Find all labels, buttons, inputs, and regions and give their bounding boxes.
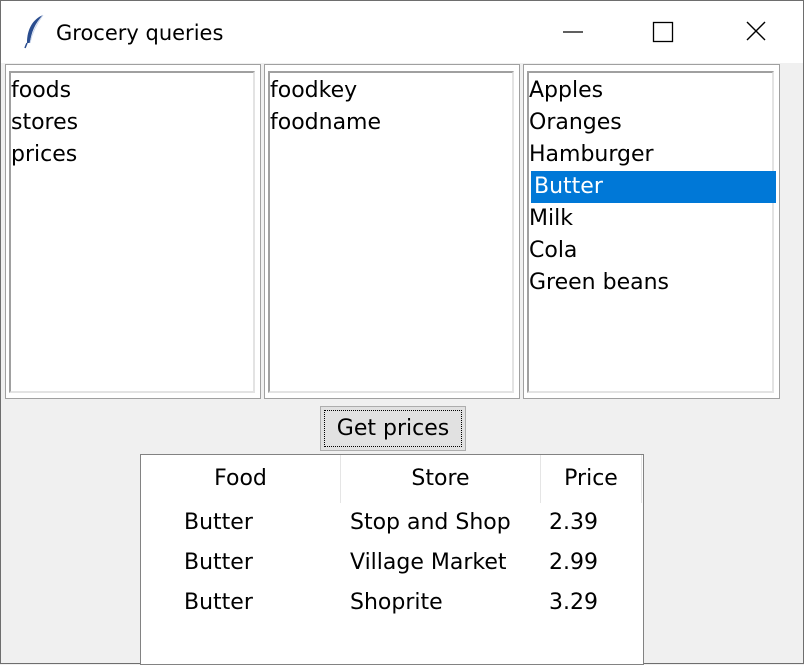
close-button[interactable] [711, 1, 803, 63]
results-table[interactable]: Food Store Price Butter Stop and Shop 2.… [140, 454, 644, 665]
cell-food: Butter [184, 550, 253, 575]
maximize-button[interactable] [619, 1, 711, 63]
tables-listbox[interactable]: foods stores prices [5, 64, 261, 399]
column-header-food[interactable]: Food [141, 455, 341, 503]
close-icon [746, 21, 766, 41]
cell-store: Stop and Shop [350, 510, 511, 535]
columns-listbox[interactable]: foodkey foodname [264, 64, 520, 399]
list-item-butter-selected[interactable]: Butter [531, 171, 776, 203]
maximize-icon [652, 21, 674, 43]
get-prices-button[interactable]: Get prices [320, 406, 466, 451]
list-item-foodname[interactable]: foodname [270, 107, 381, 139]
cell-food: Butter [184, 590, 253, 615]
column-header-price[interactable]: Price [541, 455, 642, 503]
get-prices-label: Get prices [336, 416, 450, 441]
cell-price: 2.39 [549, 510, 598, 535]
cell-food: Butter [184, 510, 253, 535]
title-bar[interactable]: Grocery queries [1, 1, 803, 63]
list-item-apples[interactable]: Apples [529, 75, 603, 107]
cell-price: 2.99 [549, 550, 598, 575]
list-item-cola[interactable]: Cola [529, 235, 577, 267]
cell-store: Village Market [350, 550, 507, 575]
list-item-milk[interactable]: Milk [529, 203, 573, 235]
list-item-hamburger[interactable]: Hamburger [529, 139, 654, 171]
cell-store: Shoprite [350, 590, 443, 615]
cell-price: 3.29 [549, 590, 598, 615]
list-item-oranges[interactable]: Oranges [529, 107, 622, 139]
list-item-prices[interactable]: prices [11, 139, 77, 171]
list-item-green-beans[interactable]: Green beans [529, 267, 669, 299]
feather-icon [23, 13, 47, 49]
foods-listbox[interactable]: Apples Oranges Hamburger Butter Milk Col… [523, 64, 780, 399]
list-item-foodkey[interactable]: foodkey [270, 75, 357, 107]
list-item-foods[interactable]: foods [11, 75, 71, 107]
app-window: Grocery queries foods stores prices food… [0, 0, 804, 665]
minimize-button[interactable] [527, 1, 619, 63]
minimize-icon [563, 31, 583, 33]
window-title: Grocery queries [56, 21, 224, 45]
list-item-stores[interactable]: stores [11, 107, 78, 139]
column-header-store[interactable]: Store [341, 455, 541, 503]
